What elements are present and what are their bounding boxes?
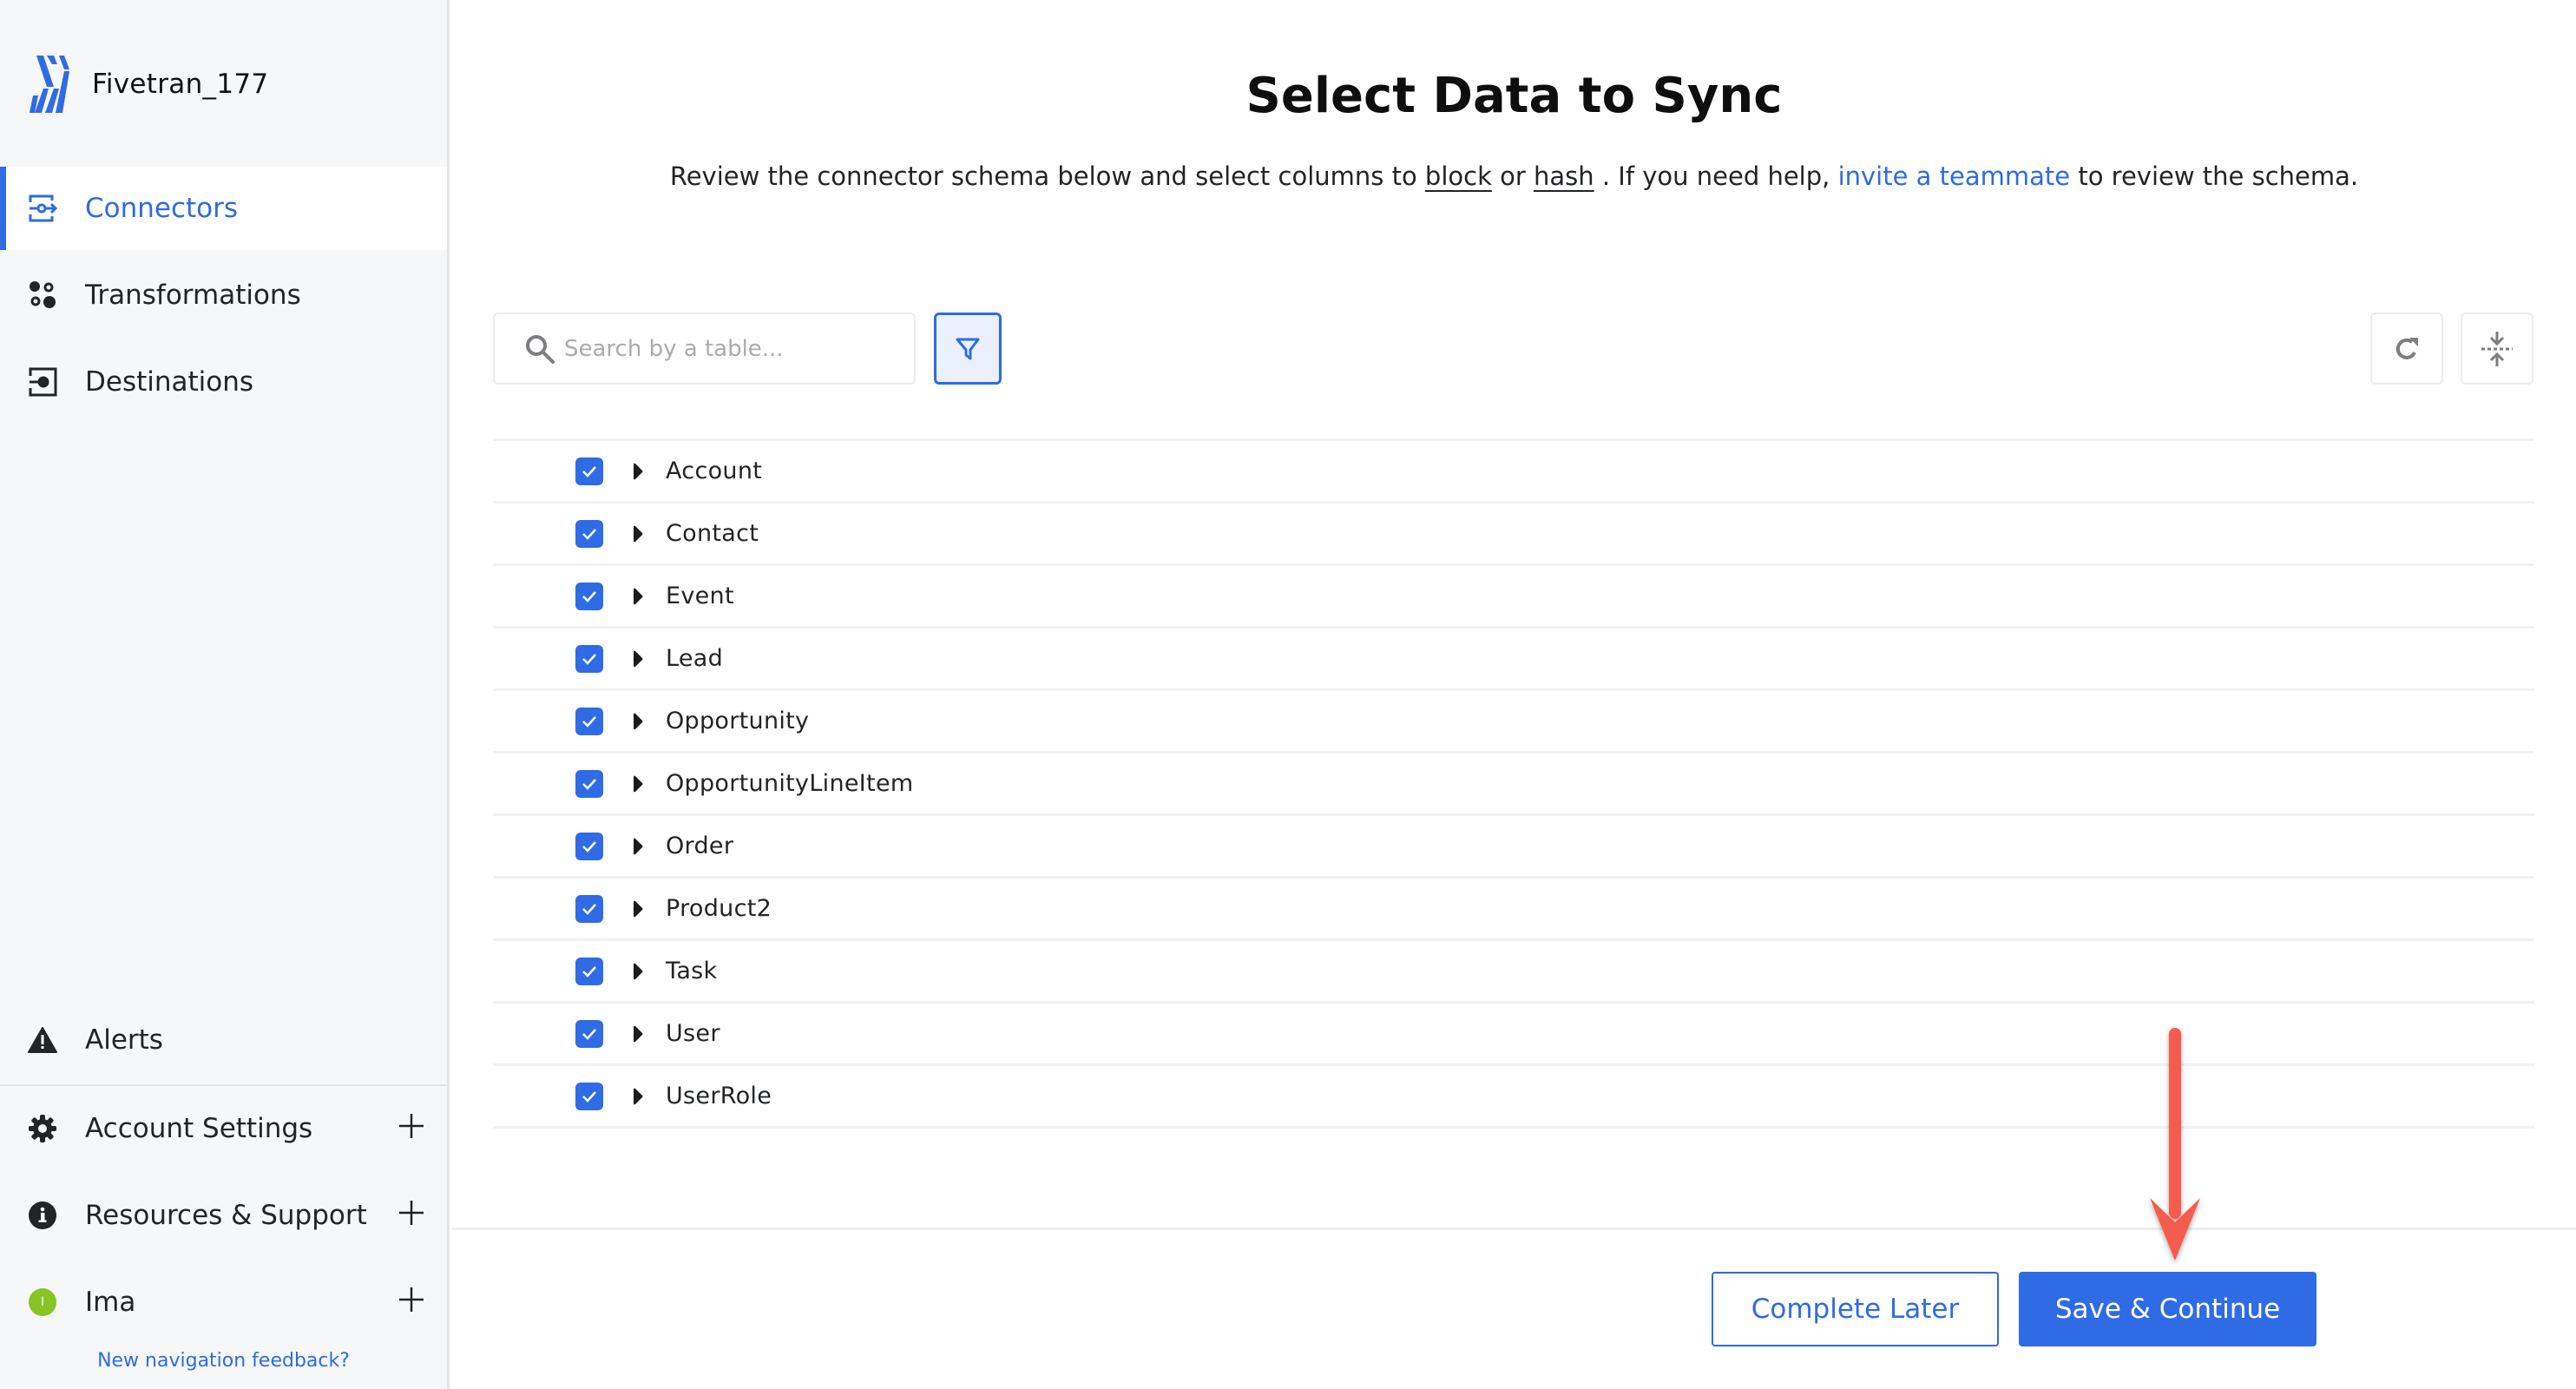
table-checkbox[interactable] [575,457,603,485]
table-name: Event [666,583,734,609]
expand-caret-icon[interactable] [629,899,647,919]
gear-icon [28,1114,57,1143]
table-checkbox[interactable] [575,1019,603,1048]
table-row[interactable]: Opportunity [493,691,2534,754]
table-row[interactable]: Order [493,816,2534,879]
check-icon [582,465,596,477]
table-name: OpportunityLineItem [666,770,914,797]
table-checkbox[interactable] [575,582,603,610]
expand-caret-icon[interactable] [629,648,647,669]
destinations-icon [28,367,57,397]
check-icon [582,965,596,978]
check-icon [582,1028,596,1040]
check-icon [582,715,596,727]
table-row[interactable]: UserRole [493,1066,2534,1129]
table-name: Task [666,958,718,984]
table-name: User [666,1020,720,1047]
refresh-icon [2395,337,2418,359]
filter-icon [956,338,980,359]
table-row[interactable]: Product2 [493,879,2534,941]
expand-caret-icon[interactable] [629,773,647,794]
collapse-all-button[interactable] [2461,313,2533,385]
footer-divider [452,1228,2576,1230]
expand-plus-icon[interactable] [398,1287,424,1313]
check-icon [582,653,596,665]
table-checkbox[interactable] [575,894,603,923]
main-content: Select Data to Sync Review the connector… [452,0,2576,1389]
table-search[interactable] [493,313,916,385]
sidebar: Fivetran_177 Connectors Transformations … [0,0,450,1389]
refresh-schema-button[interactable] [2370,313,2443,385]
table-row[interactable]: Lead [493,629,2534,691]
table-row[interactable]: Task [493,941,2534,1004]
check-icon [582,590,596,602]
table-checkbox[interactable] [575,644,603,673]
expand-caret-icon[interactable] [629,961,647,982]
page-subtitle: Review the connector schema below and se… [669,161,2359,191]
table-checkbox[interactable] [575,707,603,735]
account-name: Fivetran_177 [92,69,269,100]
sidebar-item-connectors[interactable]: Connectors [0,167,447,250]
navigation-feedback-link[interactable]: New navigation feedback? [0,1350,447,1372]
table-checkbox[interactable] [575,769,603,798]
hash-link[interactable]: hash [1534,161,1594,191]
check-icon [582,840,596,852]
expand-caret-icon[interactable] [629,461,647,482]
check-icon [582,778,596,790]
check-icon [582,528,596,540]
check-icon [582,1090,596,1103]
expand-caret-icon[interactable] [629,586,647,607]
fivetran-logo-icon [30,56,69,113]
brand[interactable]: Fivetran_177 [30,54,268,115]
sidebar-item-user[interactable]: I Ima [0,1261,447,1344]
table-checkbox[interactable] [575,519,603,548]
collapse-icon [2481,331,2513,366]
complete-later-button[interactable]: Complete Later [1712,1272,1999,1346]
table-name: Order [666,833,734,859]
save-continue-button[interactable]: Save & Continue [2019,1272,2316,1346]
check-icon [582,903,596,915]
table-checkbox[interactable] [575,832,603,860]
table-row[interactable]: Event [493,566,2534,629]
expand-plus-icon[interactable] [398,1200,424,1226]
table-name: Opportunity [666,708,810,734]
table-name: Account [666,458,763,484]
invite-teammate-link[interactable]: invite a teammate [1838,161,2071,191]
table-row[interactable]: Account [493,441,2534,504]
table-checkbox[interactable] [575,957,603,985]
avatar: I [29,1288,56,1316]
sidebar-divider [0,1084,447,1086]
expand-caret-icon[interactable] [629,711,647,732]
block-link[interactable]: block [1425,161,1492,191]
sidebar-item-transformations[interactable]: Transformations [0,253,447,337]
table-row[interactable]: User [493,1004,2534,1066]
alert-triangle-icon [28,1025,57,1055]
table-name: Product2 [666,895,772,922]
expand-plus-icon[interactable] [398,1113,424,1139]
filter-button[interactable] [934,313,1002,385]
table-name: UserRole [666,1083,772,1109]
expand-caret-icon[interactable] [629,1024,647,1044]
page-title: Select Data to Sync [1245,68,1783,124]
transformations-icon [28,280,57,310]
expand-caret-icon[interactable] [629,523,647,544]
table-checkbox[interactable] [575,1082,603,1110]
expand-caret-icon[interactable] [629,1086,647,1107]
table-row[interactable]: OpportunityLineItem [493,754,2534,816]
sidebar-item-destinations[interactable]: Destinations [0,340,447,424]
table-name: Lead [666,645,724,672]
sidebar-item-alerts[interactable]: Alerts [0,998,447,1082]
schema-table-list: Account Contact Event Lead Opportunity Opport… [493,438,2534,1129]
info-icon [28,1201,57,1230]
table-name: Contact [666,520,759,547]
connectors-icon [28,194,57,223]
expand-caret-icon[interactable] [629,836,647,857]
search-input[interactable] [564,335,911,362]
table-row[interactable]: Contact [493,504,2534,566]
sidebar-item-account-settings[interactable]: Account Settings [0,1087,447,1170]
sidebar-item-resources-support[interactable]: Resources & Support [0,1174,447,1257]
search-icon [526,334,555,364]
